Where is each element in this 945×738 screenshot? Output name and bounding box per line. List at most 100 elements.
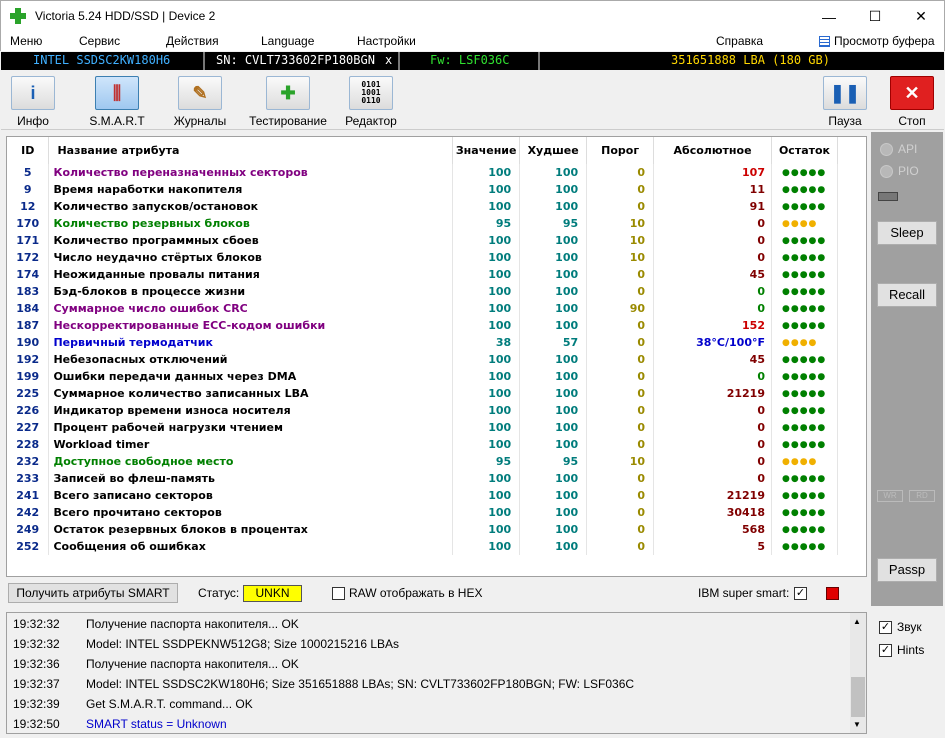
- log-scrollbar[interactable]: ▲ ▼: [850, 613, 866, 733]
- table-row[interactable]: 241 Всего записано секторов 100 100 0 21219 ●●…: [7, 487, 839, 504]
- buffer-view-button[interactable]: Просмотр буфера: [819, 34, 935, 48]
- table-row[interactable]: 192 Небезопасных отключений 100 100 0 45 ●●●●●: [7, 351, 839, 368]
- menu-main[interactable]: Меню: [10, 34, 42, 48]
- col-threshold[interactable]: Порог: [586, 137, 655, 164]
- testing-label: Тестирование: [249, 114, 327, 128]
- attr-id: 190: [7, 334, 50, 351]
- table-row[interactable]: 249 Остаток резервных блоков в процентах 1…: [7, 521, 839, 538]
- table-row[interactable]: 187 Нескорректированные ECC-кодом ошибки 1…: [7, 317, 839, 334]
- device-info-bar[interactable]: INTEL SSDSC2KW180H6 SN: CVLT733602FP180B…: [1, 52, 944, 70]
- col-worst[interactable]: Худшее: [519, 137, 588, 164]
- table-row[interactable]: 171 Количество программных сбоев 100 100 10 0…: [7, 232, 839, 249]
- hints-checkbox[interactable]: ✓: [879, 644, 892, 657]
- attr-worst: 57: [519, 334, 588, 351]
- close-window-button[interactable]: ✕: [898, 1, 944, 32]
- menu-language[interactable]: Language: [261, 34, 314, 48]
- scroll-up-icon[interactable]: ▲: [853, 617, 861, 626]
- stop-button[interactable]: ✕ Стоп: [890, 76, 934, 128]
- event-log[interactable]: 19:32:32 Получение паспорта накопителя...…: [6, 612, 867, 734]
- attr-id: 12: [7, 198, 50, 215]
- attr-value: 100: [452, 232, 521, 249]
- wr-indicator: WR: [877, 490, 903, 502]
- table-row[interactable]: 190 Первичный термодатчик 38 57 0 38°C/100°F ●…: [7, 334, 839, 351]
- sleep-button[interactable]: Sleep: [877, 221, 937, 245]
- recall-button[interactable]: Recall: [877, 283, 937, 307]
- table-row[interactable]: 228 Workload timer 100 100 0 0 ●●●●●: [7, 436, 839, 453]
- attr-value: 100: [452, 419, 521, 436]
- attr-worst: 100: [519, 198, 588, 215]
- attr-worst: 100: [519, 402, 588, 419]
- attr-raw: 30418: [653, 504, 772, 521]
- col-rest[interactable]: Остаток: [771, 137, 839, 164]
- attr-threshold: 0: [586, 385, 655, 402]
- smart-tool-button[interactable]: ⫼ S.M.A.R.T: [89, 76, 145, 128]
- attr-id: 9: [7, 181, 50, 198]
- menu-help[interactable]: Справка: [716, 34, 763, 48]
- menu-service[interactable]: Сервис: [79, 34, 120, 48]
- editor-label: Редактор: [345, 114, 397, 128]
- info-tool-button[interactable]: i Инфо: [11, 76, 55, 128]
- attr-raw: 21219: [653, 385, 772, 402]
- table-row[interactable]: 233 Записей во флеш-память 100 100 0 0 ●●●●●: [7, 470, 839, 487]
- smart-table-panel[interactable]: ID Название атрибута Значение Худшее Пор…: [6, 136, 867, 577]
- scroll-thumb[interactable]: [851, 677, 865, 717]
- scroll-down-icon[interactable]: ▼: [853, 720, 861, 729]
- table-row[interactable]: 227 Процент рабочей нагрузки чтением 100 10…: [7, 419, 839, 436]
- table-row[interactable]: 12 Количество запусков/остановок 100 100 0 91…: [7, 198, 839, 215]
- col-id[interactable]: ID: [7, 137, 50, 164]
- sound-label: Звук: [897, 620, 922, 634]
- smart-attributes-table: ID Название атрибута Значение Худшее Пор…: [7, 137, 839, 555]
- attr-threshold: 0: [586, 164, 655, 181]
- buffer-view-label: Просмотр буфера: [834, 34, 935, 48]
- col-raw[interactable]: Абсолютное: [653, 137, 772, 164]
- attr-raw: 0: [653, 453, 772, 470]
- testing-tool-button[interactable]: ✚ Тестирование: [246, 76, 330, 128]
- table-row[interactable]: 172 Число неудачно стёртых блоков 100 100 10…: [7, 249, 839, 266]
- passp-button[interactable]: Passp: [877, 558, 937, 582]
- attr-name: Неожиданные провалы питания: [48, 266, 454, 283]
- device-close-x[interactable]: x: [385, 53, 392, 67]
- ibm-super-smart-checkbox[interactable]: ✓: [794, 587, 807, 600]
- maximize-button[interactable]: ☐: [852, 1, 898, 32]
- pause-button[interactable]: ❚❚ Пауза: [823, 76, 867, 128]
- table-row[interactable]: 174 Неожиданные провалы питания 100 100 0 45 ●…: [7, 266, 839, 283]
- journals-tool-button[interactable]: ✎ Журналы: [171, 76, 229, 128]
- table-row[interactable]: 225 Суммарное количество записанных LBA 10…: [7, 385, 839, 402]
- attr-raw: 0: [653, 215, 772, 232]
- attr-rest: ●●●●●: [771, 419, 839, 436]
- attr-name: Ошибки передачи данных через DMA: [48, 368, 454, 385]
- editor-tool-button[interactable]: 0101 1001 0110 Редактор: [342, 76, 400, 128]
- minimize-button[interactable]: —: [806, 1, 852, 32]
- attr-name: Всего прочитано секторов: [48, 504, 454, 521]
- attr-threshold: 10: [586, 232, 655, 249]
- table-row[interactable]: 183 Бэд-блоков в процессе жизни 100 100 0 0 ●●…: [7, 283, 839, 300]
- table-row[interactable]: 226 Индикатор времени износа носителя 100 1…: [7, 402, 839, 419]
- col-name[interactable]: Название атрибута: [48, 137, 454, 164]
- attr-worst: 100: [519, 385, 588, 402]
- get-smart-button[interactable]: Получить атрибуты SMART: [8, 583, 178, 603]
- pio-radio[interactable]: PIO: [880, 164, 919, 178]
- port-indicator: [878, 192, 898, 201]
- table-row[interactable]: 232 Доступное свободное место 95 95 10 0 ●●●●: [7, 453, 839, 470]
- attr-raw: 0: [653, 470, 772, 487]
- col-value[interactable]: Значение: [452, 137, 521, 164]
- table-row[interactable]: 9 Время наработки накопителя 100 100 0 11 ●●●●…: [7, 181, 839, 198]
- menu-actions[interactable]: Действия: [166, 34, 219, 48]
- table-row[interactable]: 252 Сообщения об ошибках 100 100 0 5 ●●●●●: [7, 538, 839, 555]
- attr-threshold: 0: [586, 334, 655, 351]
- table-row[interactable]: 5 Количество переназначенных секторов 100 1…: [7, 164, 839, 181]
- attr-threshold: 0: [586, 538, 655, 555]
- table-row[interactable]: 184 Суммарное число ошибок CRC 100 100 90 0 ●●…: [7, 300, 839, 317]
- table-row[interactable]: 199 Ошибки передачи данных через DMA 100 10…: [7, 368, 839, 385]
- attr-id: 172: [7, 249, 50, 266]
- raw-hex-checkbox[interactable]: [332, 587, 345, 600]
- attr-name: Количество переназначенных секторов: [48, 164, 454, 181]
- api-radio[interactable]: API: [880, 142, 917, 156]
- sound-checkbox[interactable]: ✓: [879, 621, 892, 634]
- log-message: SMART status = Unknown: [86, 717, 227, 731]
- menu-settings[interactable]: Настройки: [357, 34, 416, 48]
- attr-worst: 95: [519, 453, 588, 470]
- table-row[interactable]: 242 Всего прочитано секторов 100 100 0 30418 ●…: [7, 504, 839, 521]
- table-row[interactable]: 170 Количество резервных блоков 95 95 10 0 ●●●…: [7, 215, 839, 232]
- attr-rest: ●●●●●: [771, 368, 839, 385]
